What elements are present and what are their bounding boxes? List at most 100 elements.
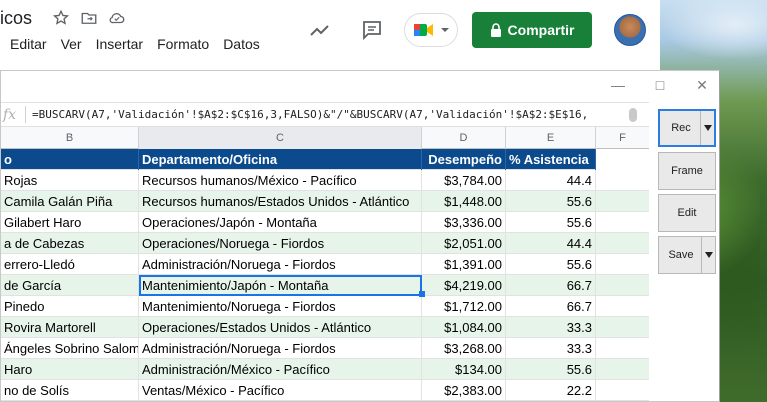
chevron-down-icon — [441, 28, 449, 32]
table-cell[interactable]: de García — [1, 275, 139, 296]
table-cell[interactable]: Rojas — [1, 170, 139, 191]
avatar[interactable] — [614, 14, 646, 46]
empty-cell[interactable] — [596, 317, 649, 338]
header-cell[interactable]: % Asistencia — [506, 149, 596, 170]
table-cell[interactable]: Operaciones/Noruega - Fiordos — [139, 233, 422, 254]
table-cell[interactable]: Camila Galán Piña — [1, 191, 139, 212]
empty-cell[interactable] — [596, 338, 649, 359]
save-button[interactable]: Save — [658, 236, 716, 274]
column-header-e[interactable]: E — [506, 127, 596, 149]
table-row: Gilabert Haro Operaciones/Japón - Montaña… — [1, 212, 649, 233]
table-cell[interactable]: Administración/México - Pacífico — [139, 359, 422, 380]
table-cell[interactable]: Recursos humanos/Estados Unidos - Atlánt… — [139, 191, 422, 212]
menu-item-formato[interactable]: Formato — [157, 36, 209, 52]
formula-input[interactable]: =BUSCARV(A7,'Validación'!$A$2:$C$16,3,FA… — [32, 108, 622, 121]
maximize-icon[interactable]: □ — [653, 77, 667, 94]
formula-scroll-handle[interactable] — [629, 108, 637, 122]
comment-icon[interactable] — [360, 18, 384, 42]
edit-button[interactable]: Edit — [658, 194, 716, 232]
menu-item-editar[interactable]: Editar — [10, 36, 47, 52]
empty-cell[interactable] — [596, 380, 649, 401]
trending-up-icon[interactable] — [308, 18, 332, 42]
table-cell[interactable]: Operaciones/Japón - Montaña — [139, 212, 422, 233]
empty-cell[interactable] — [596, 170, 649, 191]
table-cell[interactable]: Operaciones/Estados Unidos - Atlántico — [139, 317, 422, 338]
move-folder-icon[interactable] — [80, 9, 98, 27]
table-cell[interactable]: 55.6 — [506, 254, 596, 275]
table-cell[interactable]: Recursos humanos/México - Pacífico — [139, 170, 422, 191]
header-cell[interactable]: Departamento/Oficina — [139, 149, 422, 170]
table-cell[interactable]: $2,383.00 — [422, 380, 506, 401]
table-cell[interactable]: 66.7 — [506, 275, 596, 296]
table-cell[interactable]: errero-Lledó — [1, 254, 139, 275]
column-header-d[interactable]: D — [422, 127, 506, 149]
empty-cell[interactable] — [596, 233, 649, 254]
table-cell[interactable]: 55.6 — [506, 212, 596, 233]
table-cell[interactable]: Administración/Noruega - Fiordos — [139, 254, 422, 275]
header-cell[interactable]: o — [1, 149, 139, 170]
menu-item-insertar[interactable]: Insertar — [96, 36, 143, 52]
table-cell[interactable]: $3,268.00 — [422, 338, 506, 359]
table-cell[interactable]: 33.3 — [506, 338, 596, 359]
empty-cell[interactable] — [596, 359, 649, 380]
empty-cell[interactable] — [596, 212, 649, 233]
table-cell[interactable]: Gilabert Haro — [1, 212, 139, 233]
document-title[interactable]: icos — [0, 8, 32, 29]
column-header-f[interactable]: F — [596, 127, 649, 149]
table-cell[interactable]: $1,712.00 — [422, 296, 506, 317]
save-label: Save — [668, 249, 694, 261]
empty-cell[interactable] — [596, 296, 649, 317]
selected-cell[interactable]: Mantenimiento/Japón - Montaña — [139, 275, 422, 296]
table-cell[interactable]: Rovira Martorell — [1, 317, 139, 338]
empty-cell[interactable] — [596, 191, 649, 212]
header-cell[interactable]: Desempeño — [422, 149, 506, 170]
table-cell[interactable]: 44.4 — [506, 170, 596, 191]
table-cell[interactable]: $1,391.00 — [422, 254, 506, 275]
table-cell[interactable]: 44.4 — [506, 233, 596, 254]
table-cell[interactable]: $1,084.00 — [422, 317, 506, 338]
table-cell[interactable]: Ventas/México - Pacífico — [139, 380, 422, 401]
table-cell[interactable]: $3,336.00 — [422, 212, 506, 233]
share-label: Compartir — [507, 22, 575, 38]
table-cell[interactable]: Ángeles Sobrino Salom — [1, 338, 139, 359]
frame-label: Frame — [671, 165, 703, 177]
table-cell[interactable]: a de Cabezas — [1, 233, 139, 254]
frame-button[interactable]: Frame — [658, 152, 716, 190]
table-row: Camila Galán Piña Recursos humanos/Estado… — [1, 191, 649, 212]
fill-handle[interactable] — [419, 291, 425, 297]
table-cell[interactable]: Haro — [1, 359, 139, 380]
save-dropdown-icon[interactable] — [701, 237, 715, 273]
table-cell[interactable]: Pinedo — [1, 296, 139, 317]
table-cell[interactable]: $2,051.00 — [422, 233, 506, 254]
table-row: a de Cabezas Operaciones/Noruega - Fiordo… — [1, 233, 649, 254]
empty-cell[interactable] — [596, 149, 649, 170]
window-controls: — □ ✕ — [611, 77, 709, 94]
empty-cell[interactable] — [596, 254, 649, 275]
table-cell[interactable]: $3,784.00 — [422, 170, 506, 191]
table-cell[interactable]: $1,448.00 — [422, 191, 506, 212]
table-cell[interactable]: $4,219.00 — [422, 275, 506, 296]
table-cell[interactable]: 55.6 — [506, 359, 596, 380]
share-button[interactable]: Compartir — [472, 12, 592, 48]
meet-button[interactable] — [404, 13, 458, 47]
star-icon[interactable] — [52, 9, 70, 27]
menu-item-ver[interactable]: Ver — [61, 36, 82, 52]
table-cell[interactable]: Administración/Noruega - Fiordos — [139, 338, 422, 359]
rec-dropdown-icon[interactable] — [700, 111, 714, 145]
menu-item-datos[interactable]: Datos — [223, 36, 260, 52]
table-cell[interactable]: 22.2 — [506, 380, 596, 401]
cloud-saved-icon[interactable] — [108, 9, 126, 27]
table-cell[interactable]: Mantenimiento/Noruega - Fiordos — [139, 296, 422, 317]
close-icon[interactable]: ✕ — [695, 77, 709, 94]
table-cell[interactable]: $134.00 — [422, 359, 506, 380]
table-row: no de Solís Ventas/México - Pacífico $2,38… — [1, 380, 649, 401]
table-cell[interactable]: no de Solís — [1, 380, 139, 401]
table-cell[interactable]: 33.3 — [506, 317, 596, 338]
rec-button[interactable]: Rec — [658, 109, 716, 147]
table-cell[interactable]: 66.7 — [506, 296, 596, 317]
minimize-icon[interactable]: — — [611, 77, 625, 94]
table-cell[interactable]: 55.6 — [506, 191, 596, 212]
column-header-c[interactable]: C — [139, 127, 422, 149]
column-header-b[interactable]: B — [1, 127, 139, 149]
empty-cell[interactable] — [596, 275, 649, 296]
